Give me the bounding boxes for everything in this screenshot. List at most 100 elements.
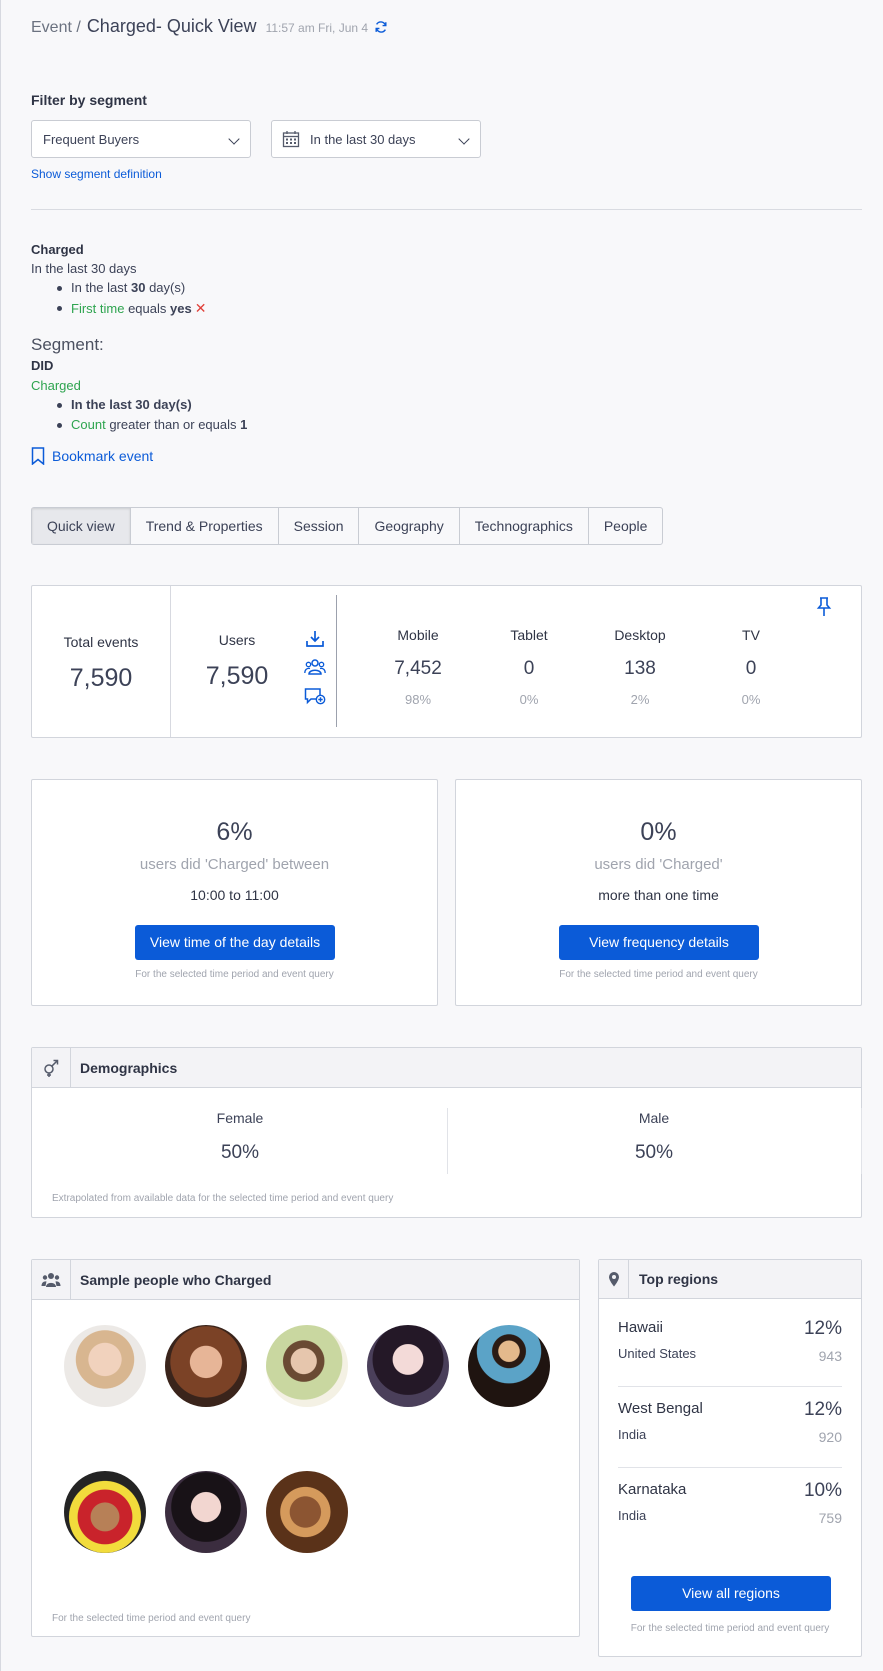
chevron-down-icon (458, 133, 470, 145)
divider (336, 595, 337, 727)
map-marker-icon (608, 1272, 619, 1287)
device-desktop-pct: 2% (630, 692, 650, 707)
view-tabs: Quick view Trend & Properties Session Ge… (31, 507, 664, 545)
person-avatar[interactable] (64, 1325, 146, 1407)
region-country: India (618, 1508, 647, 1523)
sample-people-header: Sample people who Charged (32, 1260, 579, 1300)
time-of-day-pct: 6% (216, 818, 253, 846)
segment-select[interactable]: Frequent Buyers (31, 120, 251, 158)
remove-condition-icon[interactable]: ✕ (195, 300, 207, 316)
demographics-footnote: Extrapolated from available data for the… (52, 1193, 394, 1204)
page-title: Charged- Quick View (86, 16, 257, 36)
bookmark-label: Bookmark event (52, 448, 154, 464)
region-pct: 12% (803, 1318, 842, 1339)
region-name: Hawaii (618, 1319, 664, 1336)
frequency-text: users did 'Charged' (594, 856, 723, 873)
region-item: Hawaii United States 12% 943 (618, 1306, 842, 1387)
female-label: Female (216, 1110, 264, 1126)
region-country: United States (618, 1346, 697, 1361)
divider (170, 586, 171, 737)
query-event: Charged (31, 242, 84, 257)
region-count: 943 (818, 1348, 842, 1364)
device-mobile-label: Mobile (397, 627, 439, 643)
query-condition: First time equals yes ✕ (31, 298, 206, 318)
divider (861, 1108, 862, 1174)
view-time-of-day-button[interactable]: View time of the day details (135, 925, 335, 960)
left-border (0, 0, 1, 1671)
campaign-icon[interactable] (304, 687, 326, 705)
person-avatar[interactable] (468, 1325, 550, 1407)
date-range-select[interactable]: In the last 30 days (271, 120, 481, 158)
filter-label: Filter by segment (31, 92, 147, 108)
frequency-pct: 0% (640, 818, 677, 846)
view-frequency-button[interactable]: View frequency details (559, 925, 759, 960)
top-regions-panel: Top regions Hawaii United States 12% 943… (598, 1259, 862, 1657)
show-segment-definition-link[interactable]: Show segment definition (31, 167, 162, 181)
tab-technographics[interactable]: Technographics (460, 508, 589, 544)
segment-did: DID (31, 358, 54, 373)
device-tablet-pct: 0% (519, 692, 539, 707)
person-avatar[interactable] (165, 1471, 247, 1553)
date-range-value: In the last 30 days (310, 131, 416, 147)
sample-people-title: Sample people who Charged (80, 1271, 272, 1288)
download-icon[interactable] (305, 629, 325, 649)
pin-icon[interactable] (816, 596, 832, 618)
person-avatar[interactable] (165, 1325, 247, 1407)
segment-condition: Count greater than or equals 1 (31, 415, 247, 435)
tab-session[interactable]: Session (279, 508, 360, 544)
region-item: Karnataka India 10% 759 (618, 1468, 842, 1549)
region-count: 759 (818, 1510, 842, 1526)
frequency-footnote: For the selected time period and event q… (559, 969, 758, 980)
users-value: 7,590 (205, 662, 269, 690)
sample-people-footnote: For the selected time period and event q… (52, 1613, 251, 1624)
view-all-regions-button[interactable]: View all regions (631, 1576, 831, 1611)
sample-people-panel: Sample people who Charged For the select… (31, 1259, 580, 1637)
chevron-down-icon (228, 133, 240, 145)
device-tablet-value: 0 (523, 658, 535, 679)
query-conditions: In the last 30 day(s) First time equals … (31, 278, 206, 318)
divider (447, 1108, 448, 1174)
page-header: Event / Charged- Quick View 11:57 am Fri… (31, 16, 388, 37)
person-avatar[interactable] (266, 1471, 348, 1553)
person-avatar[interactable] (266, 1325, 348, 1407)
total-events-value: 7,590 (69, 664, 133, 692)
time-of-day-footnote: For the selected time period and event q… (135, 969, 334, 980)
segment-select-value: Frequent Buyers (43, 131, 140, 147)
person-avatar[interactable] (367, 1325, 449, 1407)
device-desktop-value: 138 (624, 658, 656, 679)
region-item: West Bengal India 12% 920 (618, 1387, 842, 1468)
device-tv-label: TV (742, 627, 760, 643)
demographics-panel: Demographics Female 50% Male 50% Extrapo… (31, 1047, 862, 1218)
person-avatar[interactable] (64, 1471, 146, 1553)
tab-people[interactable]: People (589, 508, 663, 544)
segment-heading: Segment: (31, 335, 104, 354)
refresh-icon[interactable] (374, 20, 388, 34)
timestamp: 11:57 am Fri, Jun 4 (265, 21, 369, 35)
frequency-card: 0% users did 'Charged' more than one tim… (455, 779, 862, 1006)
segment-condition: In the last 30 day(s) (31, 395, 247, 415)
male-pct: 50% (634, 1142, 674, 1163)
region-count: 920 (818, 1429, 842, 1445)
device-mobile-pct: 98% (404, 692, 432, 707)
male-label: Male (638, 1110, 670, 1126)
device-tv-pct: 0% (741, 692, 761, 707)
demographics-header: Demographics (32, 1048, 861, 1088)
tab-geography[interactable]: Geography (359, 508, 460, 544)
bookmark-event-link[interactable]: Bookmark event (31, 447, 153, 465)
tab-trend-properties[interactable]: Trend & Properties (131, 508, 279, 544)
device-tv-value: 0 (745, 658, 757, 679)
calendar-icon (282, 131, 300, 148)
frequency-detail: more than one time (598, 887, 719, 903)
demographics-title: Demographics (80, 1059, 178, 1076)
time-of-day-range: 10:00 to 11:00 (190, 887, 279, 903)
time-of-day-text: users did 'Charged' between (139, 856, 330, 873)
create-segment-icon[interactable] (304, 658, 326, 676)
segment-conditions: In the last 30 day(s) Count greater than… (31, 395, 247, 435)
bookmark-icon (31, 447, 45, 465)
tab-quick-view[interactable]: Quick view (32, 508, 131, 544)
top-regions-header: Top regions (599, 1260, 861, 1299)
people-icon (41, 1272, 61, 1287)
region-country: India (618, 1427, 647, 1442)
region-name: West Bengal (618, 1400, 703, 1417)
breadcrumb[interactable]: Event / (31, 19, 81, 37)
